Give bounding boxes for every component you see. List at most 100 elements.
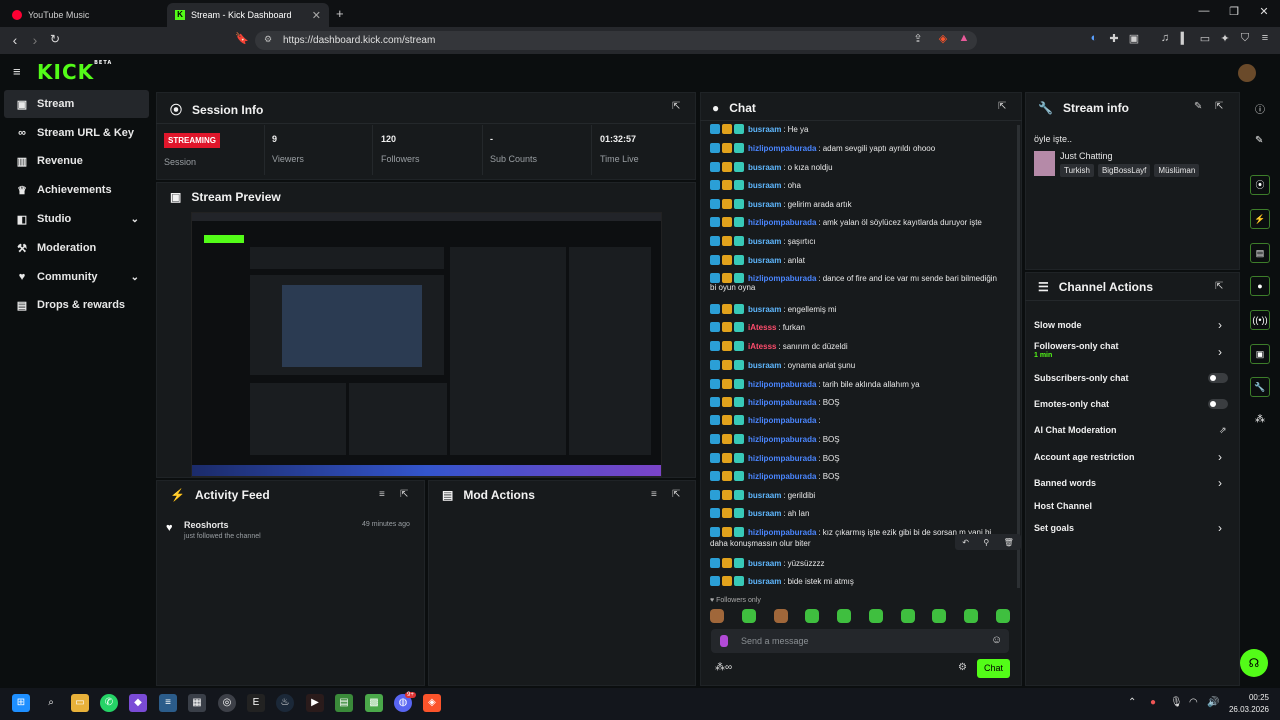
chat-username[interactable]: busraam: [748, 361, 781, 370]
close-window-button[interactable]: ✕: [1254, 5, 1274, 18]
chat-input[interactable]: Send a message ☺: [711, 629, 1009, 653]
chat-username[interactable]: busraam: [748, 237, 781, 246]
chevron-right-icon[interactable]: ›: [1218, 318, 1222, 332]
stream-info-widget-icon[interactable]: 🔧: [1250, 377, 1270, 397]
chat-username[interactable]: busraam: [748, 200, 781, 209]
chat-message[interactable]: busraam: o kıza noldju: [710, 162, 833, 172]
filter-icon[interactable]: ≡: [379, 489, 385, 500]
chat-message[interactable]: iAtesss: furkan: [710, 322, 805, 332]
account-age-row[interactable]: Account age restriction: [1034, 452, 1135, 462]
emote-icon[interactable]: [741, 609, 756, 623]
chat-message[interactable]: hizlipompaburada:: [710, 415, 823, 425]
emote-icon[interactable]: [932, 609, 947, 623]
popout-icon[interactable]: ⇱: [1215, 281, 1223, 292]
tag[interactable]: BigBossLayf: [1097, 164, 1151, 177]
chat-username[interactable]: busraam: [748, 491, 781, 500]
preview-widget-icon[interactable]: ▣: [1250, 344, 1270, 364]
chevron-right-icon[interactable]: ›: [1218, 476, 1222, 490]
hamburger-menu-icon[interactable]: ≡: [13, 64, 21, 79]
chat-settings-icon[interactable]: ⚙: [958, 662, 967, 673]
emotes-only-toggle[interactable]: [1208, 399, 1228, 409]
chat-message[interactable]: busraam: bide istek mi atmış: [710, 576, 854, 586]
brave-rewards-icon[interactable]: ▲: [956, 32, 972, 48]
search-icon[interactable]: ⌕: [42, 694, 60, 712]
chat-username[interactable]: hizlipompaburada: [748, 218, 816, 227]
emote-icon[interactable]: [868, 609, 883, 623]
tray-app-icon[interactable]: ●: [1150, 697, 1156, 708]
epic-games-icon[interactable]: E: [247, 694, 265, 712]
chat-username[interactable]: hizlipompaburada: [748, 144, 816, 153]
subscribers-only-toggle[interactable]: [1208, 373, 1228, 383]
emote-icon[interactable]: [964, 609, 979, 623]
chat-username[interactable]: busraam: [748, 181, 781, 190]
whatsapp-icon[interactable]: ✆: [100, 694, 118, 712]
activity-widget-icon[interactable]: ⚡: [1250, 209, 1270, 229]
tag[interactable]: Turkish: [1060, 164, 1094, 177]
set-goals-row[interactable]: Set goals: [1034, 523, 1074, 533]
chat-message[interactable]: hizlipompaburada: amk yalan öl söylücez k…: [710, 217, 982, 227]
chat-message[interactable]: hizlipompaburada: BOŞ: [710, 453, 840, 463]
leo-ai-icon[interactable]: ✦: [1217, 32, 1233, 48]
activity-user[interactable]: Reoshorts: [184, 520, 229, 530]
mod-widget-icon[interactable]: ▤: [1250, 243, 1270, 263]
chat-username[interactable]: busraam: [748, 256, 781, 265]
clock-time[interactable]: 00:25: [1243, 693, 1269, 702]
support-headset-icon[interactable]: ☊: [1240, 649, 1268, 677]
chat-message[interactable]: busraam: gerildibi: [710, 490, 815, 500]
visual-studio-icon[interactable]: ◆: [129, 694, 147, 712]
share-icon[interactable]: ⇪: [910, 32, 926, 48]
minimize-button[interactable]: —: [1194, 5, 1214, 17]
slow-mode-row[interactable]: Slow mode: [1034, 320, 1082, 330]
emote-icon[interactable]: [837, 609, 852, 623]
chat-username[interactable]: hizlipompaburada: [748, 435, 816, 444]
session-widget-icon[interactable]: ⦿: [1250, 175, 1270, 195]
extensions-icon[interactable]: ✚: [1106, 32, 1122, 48]
user-avatar[interactable]: [1238, 64, 1256, 82]
followers-only-row[interactable]: Followers-only chat: [1034, 341, 1119, 351]
popout-icon[interactable]: ⇱: [672, 101, 680, 112]
reload-button[interactable]: ↻: [46, 32, 64, 46]
chat-message[interactable]: busraam: gelirim arada artık: [710, 199, 852, 209]
popout-icon[interactable]: ⇱: [1215, 101, 1223, 112]
app-icon[interactable]: ◎: [218, 694, 236, 712]
volume-icon[interactable]: 🔊: [1207, 697, 1219, 708]
chat-username[interactable]: hizlipompaburada: [748, 380, 816, 389]
chat-message[interactable]: hizlipompaburada: tarih bile aklında alla…: [710, 379, 920, 389]
chat-message[interactable]: busraam: He ya: [710, 124, 809, 134]
back-button[interactable]: ‹: [6, 32, 24, 48]
chat-scrollbar[interactable]: [1017, 125, 1020, 588]
chat-username[interactable]: iAtesss: [748, 342, 776, 351]
steam-icon[interactable]: ♨: [276, 694, 294, 712]
microphone-icon[interactable]: [720, 635, 728, 647]
chevron-right-icon[interactable]: ›: [1218, 345, 1222, 359]
clock-date[interactable]: 26.03.2026: [1227, 705, 1269, 714]
sidebar-toggle-icon[interactable]: ▍: [1177, 32, 1193, 48]
sidebar-item-achievements[interactable]: ♛ Achievements: [4, 176, 149, 204]
media-app-icon[interactable]: ▶: [306, 694, 324, 712]
popout-icon[interactable]: ⇱: [672, 489, 680, 500]
chat-widget-icon[interactable]: ●: [1250, 276, 1270, 296]
popout-icon[interactable]: ⇱: [400, 489, 408, 500]
delete-icon[interactable]: 🗑: [1004, 538, 1014, 547]
store-icon[interactable]: ▦: [188, 694, 206, 712]
forward-button[interactable]: ›: [26, 32, 44, 48]
minecraft-icon[interactable]: ▩: [365, 694, 383, 712]
more-widgets-icon[interactable]: ⁂: [1255, 414, 1265, 425]
emote-icon[interactable]: [710, 609, 724, 623]
site-settings-icon[interactable]: ⚙: [264, 34, 272, 45]
url-bar[interactable]: ⚙ https://dashboard.kick.com/stream: [255, 31, 977, 50]
chat-message[interactable]: hizlipompaburada: adam sevgili yaptı ayrı…: [710, 143, 935, 153]
emote-icon[interactable]: [805, 609, 820, 623]
sidebar-item-drops-rewards[interactable]: ▤ Drops & rewards: [4, 291, 149, 319]
chat-message[interactable]: hizlipompaburada: BOŞ: [710, 434, 840, 444]
network-icon[interactable]: ◠: [1189, 697, 1198, 708]
chat-username[interactable]: busraam: [748, 509, 781, 518]
chevron-right-icon[interactable]: ›: [1218, 521, 1222, 535]
text-editor-icon[interactable]: ≡: [159, 694, 177, 712]
chevron-right-icon[interactable]: ›: [1218, 450, 1222, 464]
broadcast-widget-icon[interactable]: ((•)): [1250, 310, 1270, 330]
filter-icon[interactable]: ≡: [651, 489, 657, 500]
chat-username[interactable]: busraam: [748, 125, 781, 134]
wallet-panel-icon[interactable]: ▭: [1197, 32, 1213, 48]
chat-message[interactable]: hizlipompaburada: BOŞ: [710, 471, 840, 481]
